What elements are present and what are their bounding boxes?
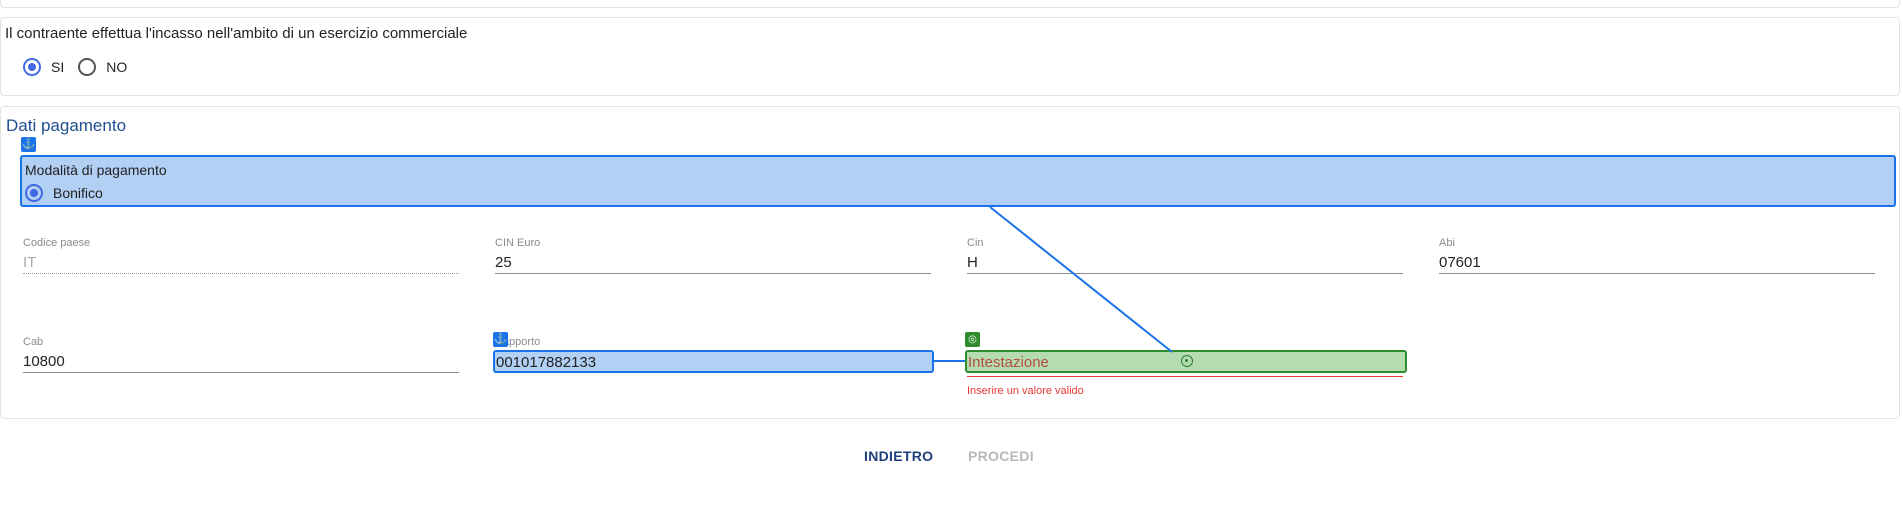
previous-section-card xyxy=(0,0,1900,8)
bonifico-option[interactable]: Bonifico xyxy=(25,184,103,202)
pagamento-title: Dati pagamento xyxy=(6,116,127,135)
incasso-radio-group: SI NO xyxy=(23,55,141,79)
radio-si[interactable] xyxy=(23,58,41,76)
anchor-icon: ⚓ xyxy=(21,137,36,152)
crosshair-icon xyxy=(1181,355,1193,367)
incasso-question: Il contraente effettua l'incasso nell'am… xyxy=(5,25,468,42)
rapporto-value[interactable]: 001017882133 xyxy=(496,354,596,371)
intestazione-placeholder[interactable]: Intestazione xyxy=(968,354,1049,371)
abi-underline xyxy=(1439,273,1875,274)
modalita-pagamento-group: Modalità di pagamento Bonifico xyxy=(20,155,1896,207)
cab-label: Cab xyxy=(23,336,44,348)
cin-euro-underline xyxy=(495,273,931,274)
cab-value[interactable]: 10800 xyxy=(23,353,65,370)
codice-paese-label: Codice paese xyxy=(23,237,91,249)
modalita-label: Modalità di pagamento xyxy=(25,162,167,178)
codice-paese-value: IT xyxy=(23,254,37,271)
cin-label: Cin xyxy=(967,237,984,249)
cin-underline xyxy=(967,273,1403,274)
back-button[interactable]: INDIETRO xyxy=(864,448,933,464)
radio-si-label[interactable]: SI xyxy=(51,59,64,75)
abi-label: Abi xyxy=(1439,237,1455,249)
intestazione-input[interactable]: Intestazione xyxy=(965,350,1407,373)
proceed-button[interactable]: PROCEDI xyxy=(968,448,1034,464)
codice-paese-underline xyxy=(23,273,459,274)
intestazione-error: Inserire un valore valido xyxy=(967,385,1084,397)
intestazione-error-underline xyxy=(967,376,1403,377)
radio-no-label[interactable]: NO xyxy=(106,59,127,75)
anchor-icon: ⚓ xyxy=(493,332,508,347)
cin-value[interactable]: H xyxy=(967,254,978,271)
cin-euro-value[interactable]: 25 xyxy=(495,254,512,271)
rapporto-input[interactable]: 001017882133 xyxy=(493,350,934,373)
abi-value[interactable]: 07601 xyxy=(1439,254,1481,271)
cab-underline xyxy=(23,372,459,373)
target-icon: ◎ xyxy=(965,332,980,347)
bonifico-label[interactable]: Bonifico xyxy=(53,185,103,201)
radio-bonifico[interactable] xyxy=(25,184,43,202)
radio-no[interactable] xyxy=(78,58,97,76)
cin-euro-label: CIN Euro xyxy=(495,237,541,249)
